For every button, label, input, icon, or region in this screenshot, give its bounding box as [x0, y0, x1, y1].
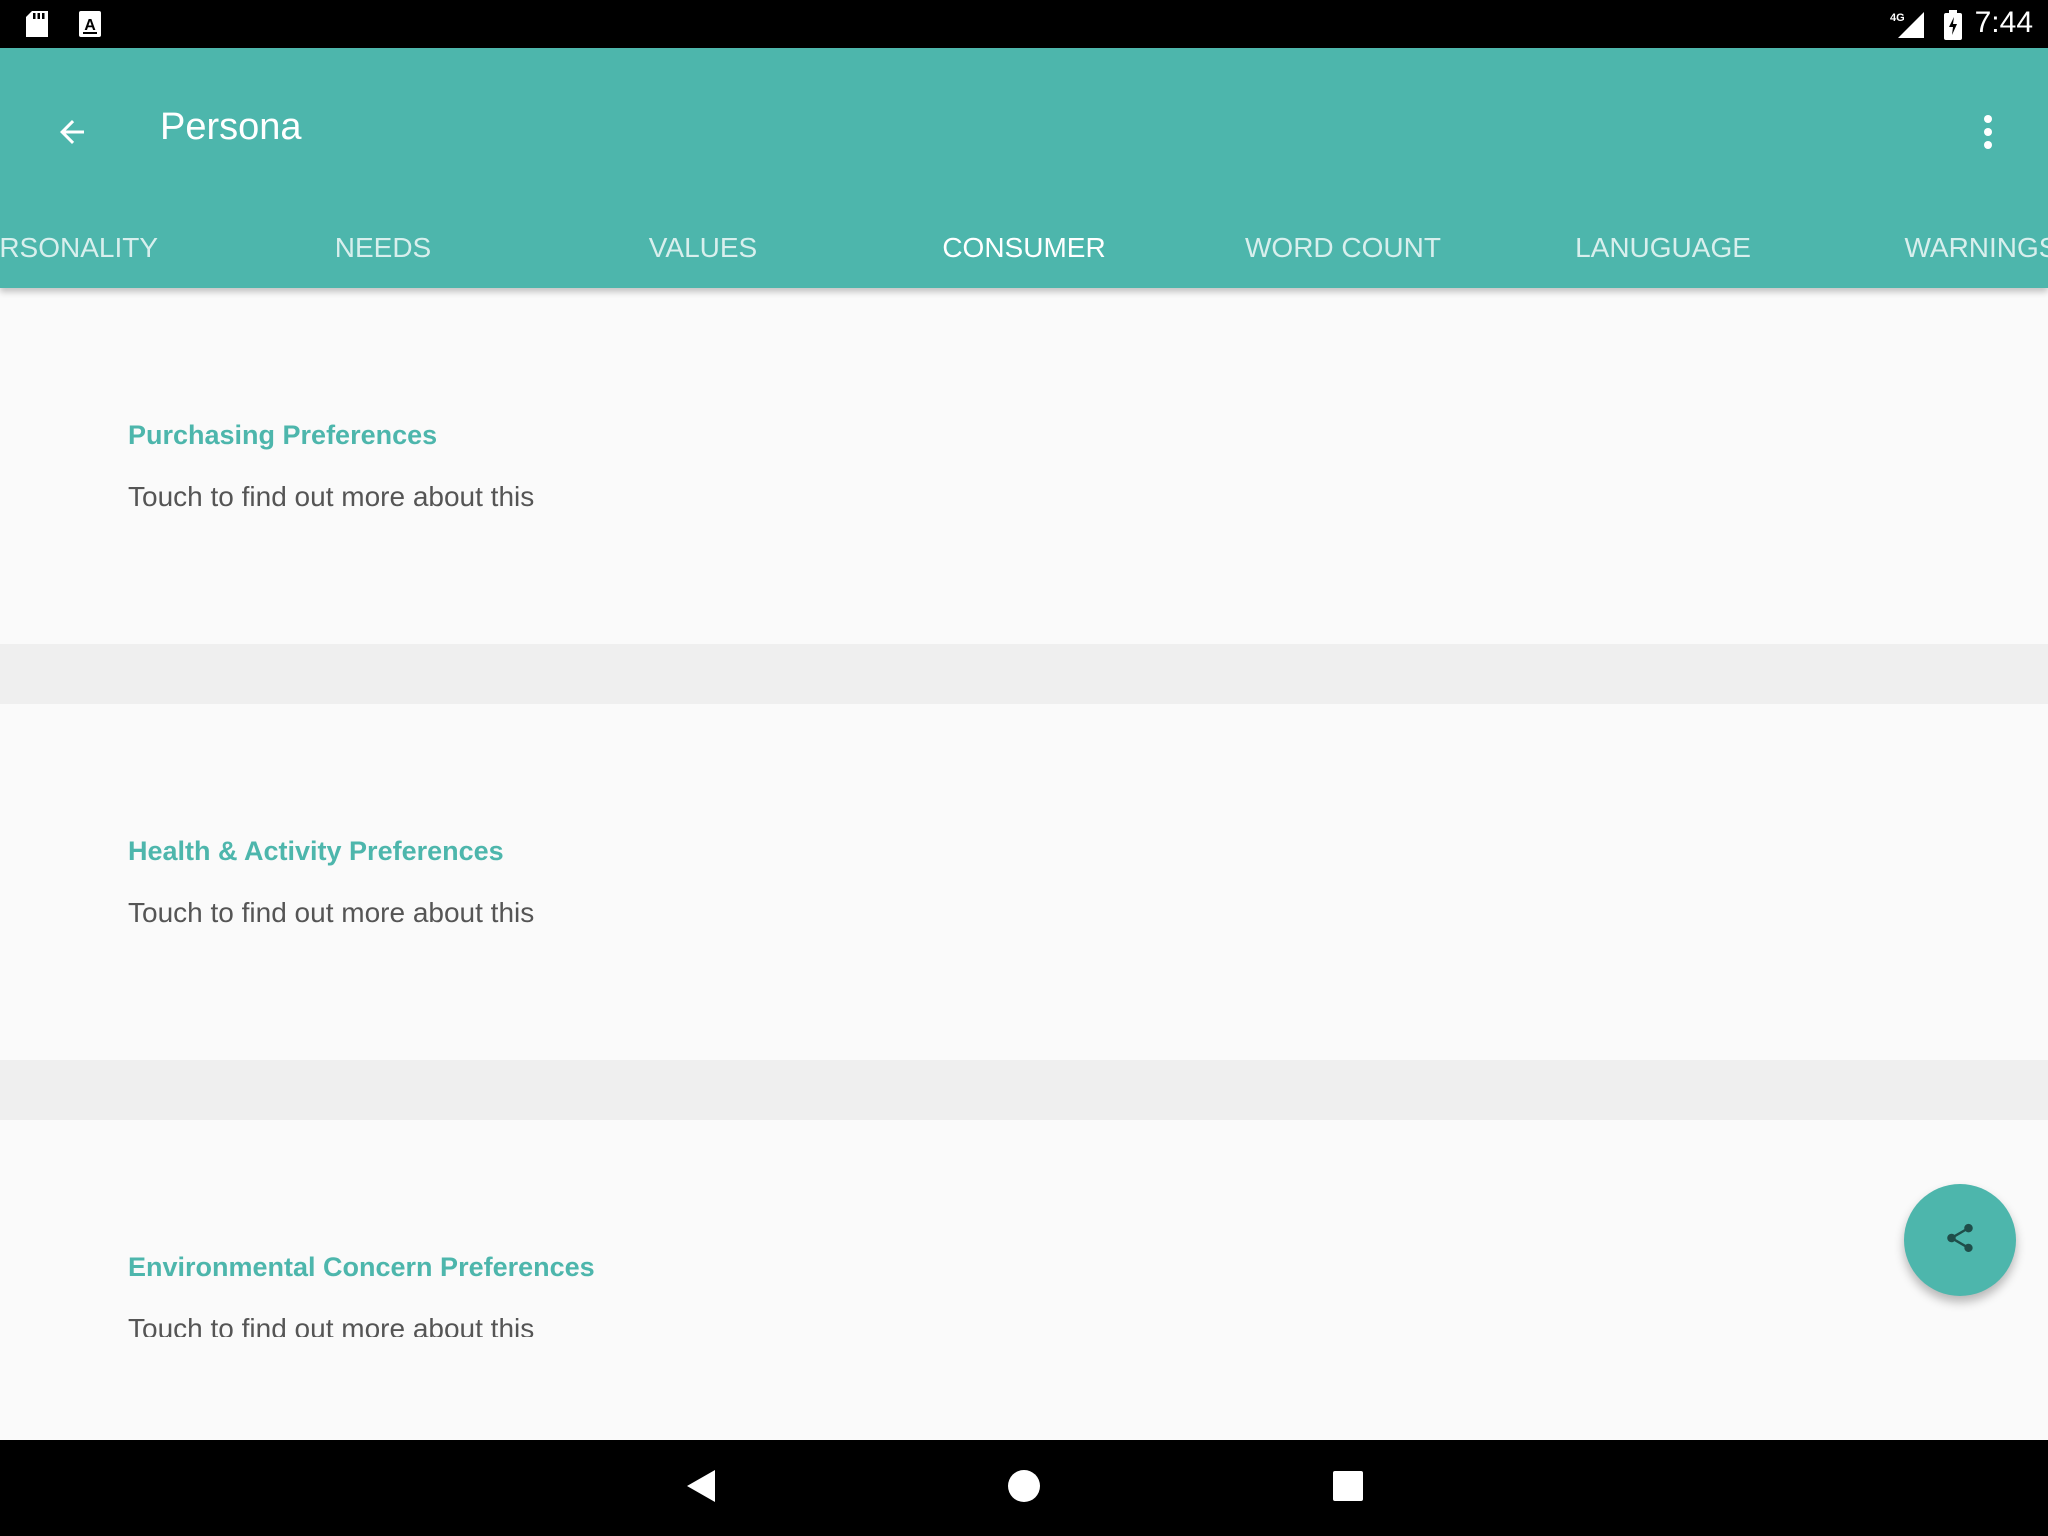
tab-values[interactable]: VALUES	[649, 208, 757, 288]
nav-home-button[interactable]	[1000, 1464, 1048, 1512]
card-subtitle-clip: Touch to find out more about this	[0, 1300, 2048, 1337]
card-purchasing-preferences[interactable]: Purchasing Preferences Touch to find out…	[0, 288, 2048, 644]
share-button[interactable]	[1904, 1184, 2016, 1296]
status-bar: A 4G 7:44	[0, 0, 2048, 48]
battery-charging-icon	[1944, 10, 1962, 45]
page-title: Persona	[160, 106, 302, 148]
card-health-activity-preferences[interactable]: Health & Activity Preferences Touch to f…	[0, 704, 2048, 1060]
card-divider	[0, 1060, 2048, 1120]
card-environmental-concern-preferences[interactable]: Environmental Concern Preferences Touch …	[0, 1120, 2048, 1440]
more-vert-icon	[1982, 114, 1994, 155]
tab-warnings[interactable]: WARNINGS	[1905, 208, 2048, 288]
card-subtitle: Touch to find out more about this	[128, 481, 535, 512]
status-time: 7:44	[1974, 6, 2033, 39]
back-button[interactable]	[42, 104, 102, 164]
share-icon	[1943, 1221, 1977, 1260]
card-title: Health & Activity Preferences	[128, 836, 504, 866]
card-title: Purchasing Preferences	[128, 420, 438, 450]
arrow-back-icon	[54, 114, 90, 155]
a-keyboard-icon: A	[78, 10, 102, 43]
tab-needs[interactable]: NEEDS	[335, 208, 431, 288]
content-list: Purchasing Preferences Touch to find out…	[0, 288, 2048, 1440]
svg-text:4G: 4G	[1890, 12, 1905, 24]
more-options-button[interactable]	[1966, 104, 2010, 164]
tab-word-count[interactable]: WORD COUNT	[1245, 208, 1441, 288]
card-title: Environmental Concern Preferences	[128, 1252, 595, 1282]
tab-bar: PERSONALITY NEEDS VALUES CONSUMER WORD C…	[0, 208, 2048, 288]
card-subtitle: Touch to find out more about this	[128, 897, 535, 928]
screen: A 4G 7:44 Persona PERSONALITY NEEDS VALU…	[0, 0, 2048, 1536]
signal-4g-icon: 4G	[1890, 10, 1926, 45]
tab-language[interactable]: LANUGUAGE	[1575, 208, 1751, 288]
nav-back-icon	[685, 1468, 717, 1509]
svg-text:A: A	[84, 17, 96, 34]
tab-personality[interactable]: PERSONALITY	[0, 208, 158, 288]
sd-card-icon	[24, 10, 50, 43]
tab-consumer[interactable]: CONSUMER	[942, 208, 1105, 288]
card-subtitle: Touch to find out more about this	[128, 1313, 535, 1337]
navigation-bar	[0, 1440, 2048, 1536]
nav-recents-icon	[1332, 1470, 1364, 1507]
card-divider	[0, 644, 2048, 704]
app-bar: Persona PERSONALITY NEEDS VALUES CONSUME…	[0, 48, 2048, 288]
nav-home-icon	[1007, 1469, 1041, 1508]
nav-recents-button[interactable]	[1324, 1464, 1372, 1512]
nav-back-button[interactable]	[677, 1464, 725, 1512]
